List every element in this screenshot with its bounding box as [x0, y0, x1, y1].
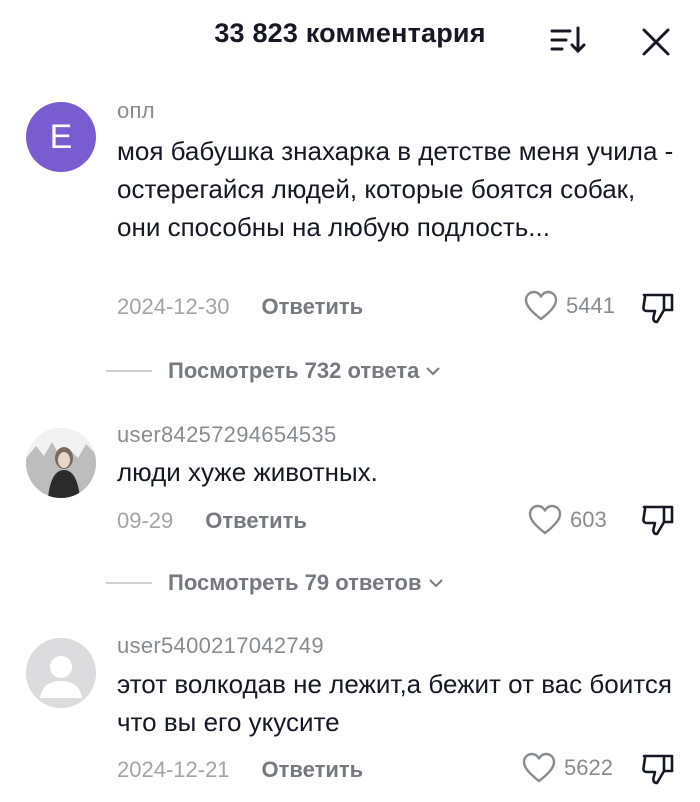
- reply-button[interactable]: Ответить: [262, 294, 364, 320]
- comment-username[interactable]: опл: [117, 98, 155, 124]
- chevron-down-icon: [426, 367, 441, 376]
- default-avatar-icon: [26, 638, 96, 708]
- sort-button[interactable]: [546, 22, 588, 58]
- comment-meta: 09-29 Ответить: [117, 508, 307, 534]
- close-button[interactable]: [638, 24, 674, 60]
- comment-meta: 2024-12-30 Ответить: [117, 294, 363, 320]
- view-replies-button[interactable]: Посмотреть 79 ответов: [106, 570, 444, 596]
- comment-text: моя бабушка знахарка в детстве меня учил…: [117, 136, 674, 242]
- thumbs-down-icon: [642, 505, 674, 536]
- dislike-button[interactable]: [640, 290, 676, 326]
- avatar[interactable]: E: [26, 102, 96, 172]
- close-icon: [642, 28, 670, 56]
- comment-meta: 2024-12-21 Ответить: [117, 757, 363, 783]
- heart-icon: [528, 504, 562, 535]
- like-button[interactable]: 5441: [524, 290, 615, 322]
- sort-icon: [550, 26, 586, 54]
- comment-text: люди хуже животных.: [117, 457, 378, 487]
- avatar-letter: E: [49, 117, 73, 156]
- heart-icon: [522, 752, 556, 783]
- chevron-down-icon: [428, 579, 443, 588]
- like-count: 5441: [566, 293, 615, 318]
- comment-username[interactable]: user84257294654535: [117, 422, 337, 448]
- heart-icon: [524, 290, 558, 321]
- reply-button[interactable]: Ответить: [205, 508, 307, 534]
- view-replies-button[interactable]: Посмотреть 732 ответа: [106, 358, 441, 384]
- comment-username[interactable]: user5400217042749: [117, 633, 324, 659]
- like-count: 603: [570, 507, 607, 532]
- avatar[interactable]: [26, 428, 96, 498]
- divider: [106, 582, 152, 584]
- like-count: 5622: [564, 755, 613, 780]
- user-photo: [26, 428, 96, 498]
- thumbs-down-icon: [642, 754, 674, 785]
- dislike-button[interactable]: [640, 751, 676, 787]
- divider: [106, 370, 152, 372]
- comment-date: 2024-12-21: [117, 757, 230, 782]
- thumbs-down-icon: [642, 293, 674, 324]
- comment-text: этот волкодав не лежит,а бежит от вас бо…: [117, 669, 672, 737]
- like-button[interactable]: 603: [528, 504, 607, 536]
- view-replies-label: Посмотреть 79 ответов: [168, 570, 422, 595]
- view-replies-label: Посмотреть 732 ответа: [168, 358, 420, 383]
- comment-date: 2024-12-30: [117, 294, 230, 319]
- reply-button[interactable]: Ответить: [262, 757, 364, 783]
- comments-title: 33 823 комментария: [214, 18, 486, 48]
- like-button[interactable]: 5622: [522, 752, 613, 784]
- dislike-button[interactable]: [640, 502, 676, 538]
- avatar[interactable]: [26, 638, 96, 708]
- comment-date: 09-29: [117, 508, 174, 533]
